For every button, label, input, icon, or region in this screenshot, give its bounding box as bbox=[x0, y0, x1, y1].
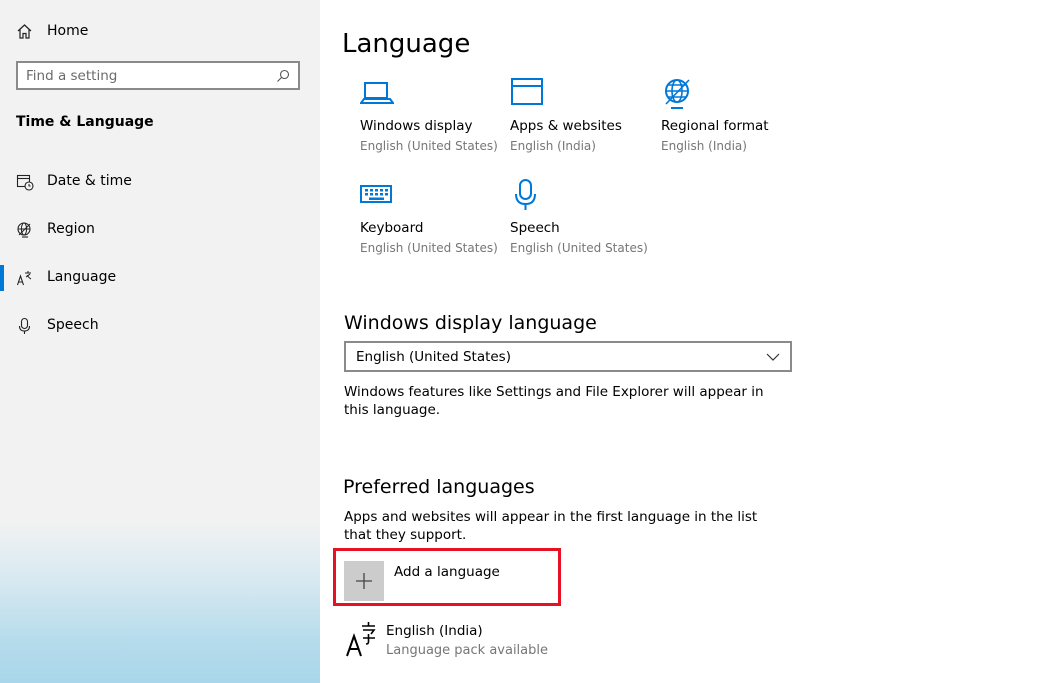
tile-value: English (United States) bbox=[510, 241, 648, 255]
sidebar-item-region[interactable]: Region bbox=[0, 217, 320, 243]
language-icon bbox=[346, 622, 376, 657]
home-label: Home bbox=[47, 23, 89, 39]
section-title: Time & Language bbox=[16, 114, 154, 130]
tile-value: English (United States) bbox=[360, 139, 498, 153]
page-title: Language bbox=[342, 29, 471, 60]
keyboard-icon bbox=[360, 185, 392, 203]
sidebar-item-label: Speech bbox=[47, 317, 99, 333]
tile-apps-websites[interactable]: Apps & websites English (India) bbox=[510, 76, 660, 153]
chevron-down-icon bbox=[766, 353, 780, 361]
globe-grid-icon bbox=[665, 79, 690, 109]
microphone-icon bbox=[18, 317, 31, 334]
display-language-dropdown[interactable]: English (United States) bbox=[344, 341, 792, 372]
tile-keyboard[interactable]: Keyboard English (United States) bbox=[360, 178, 510, 255]
search-icon[interactable] bbox=[276, 69, 290, 83]
laptop-icon bbox=[360, 82, 394, 104]
window-icon bbox=[511, 78, 543, 105]
language-icon bbox=[16, 271, 32, 286]
microphone-icon bbox=[515, 179, 536, 210]
tile-value: English (United States) bbox=[360, 241, 498, 255]
tile-name: Windows display bbox=[360, 118, 473, 134]
language-item-text: English (India) Language pack available bbox=[386, 620, 548, 658]
sidebar-item-label: Language bbox=[47, 269, 117, 285]
tile-windows-display[interactable]: Windows display English (United States) bbox=[360, 76, 510, 153]
add-language-button[interactable]: Add a language bbox=[344, 561, 500, 601]
tile-speech[interactable]: Speech English (United States) bbox=[510, 178, 660, 255]
sidebar-item-speech[interactable]: Speech bbox=[0, 313, 320, 339]
add-language-label: Add a language bbox=[394, 564, 500, 580]
tile-value: English (India) bbox=[661, 139, 747, 153]
sidebar-item-label: Date & time bbox=[47, 173, 132, 189]
preferred-languages-description: Apps and websites will appear in the fir… bbox=[344, 509, 758, 543]
globe-icon bbox=[17, 222, 31, 238]
language-item-english-india[interactable]: English (India) Language pack available bbox=[344, 620, 548, 658]
plus-icon bbox=[356, 573, 372, 589]
tile-name: Regional format bbox=[661, 118, 769, 134]
preferred-languages-heading: Preferred languages bbox=[343, 475, 535, 498]
tile-regional-format[interactable]: Regional format English (India) bbox=[661, 76, 811, 153]
tile-value: English (India) bbox=[510, 139, 596, 153]
sidebar: Home Time & Language Date & time Region bbox=[0, 0, 320, 683]
sidebar-item-language[interactable]: Language bbox=[0, 265, 320, 291]
language-name: English (India) bbox=[386, 623, 483, 639]
tile-name: Speech bbox=[510, 220, 560, 236]
home-icon bbox=[17, 23, 32, 39]
language-status: Language pack available bbox=[386, 643, 548, 658]
search-input[interactable] bbox=[26, 67, 276, 84]
add-icon-box bbox=[344, 561, 384, 601]
tile-name: Apps & websites bbox=[510, 118, 622, 134]
sidebar-item-label: Region bbox=[47, 221, 95, 237]
calendar-clock-icon bbox=[16, 174, 34, 191]
home-link[interactable]: Home bbox=[16, 20, 88, 42]
dropdown-value: English (United States) bbox=[356, 348, 511, 365]
main-content: Language Windows display English (United… bbox=[320, 0, 1048, 683]
sidebar-item-date-time[interactable]: Date & time bbox=[0, 169, 320, 195]
tile-name: Keyboard bbox=[360, 220, 424, 236]
display-language-heading: Windows display language bbox=[344, 311, 597, 334]
search-box[interactable] bbox=[16, 61, 300, 90]
display-language-description: Windows features like Settings and File … bbox=[344, 384, 764, 418]
